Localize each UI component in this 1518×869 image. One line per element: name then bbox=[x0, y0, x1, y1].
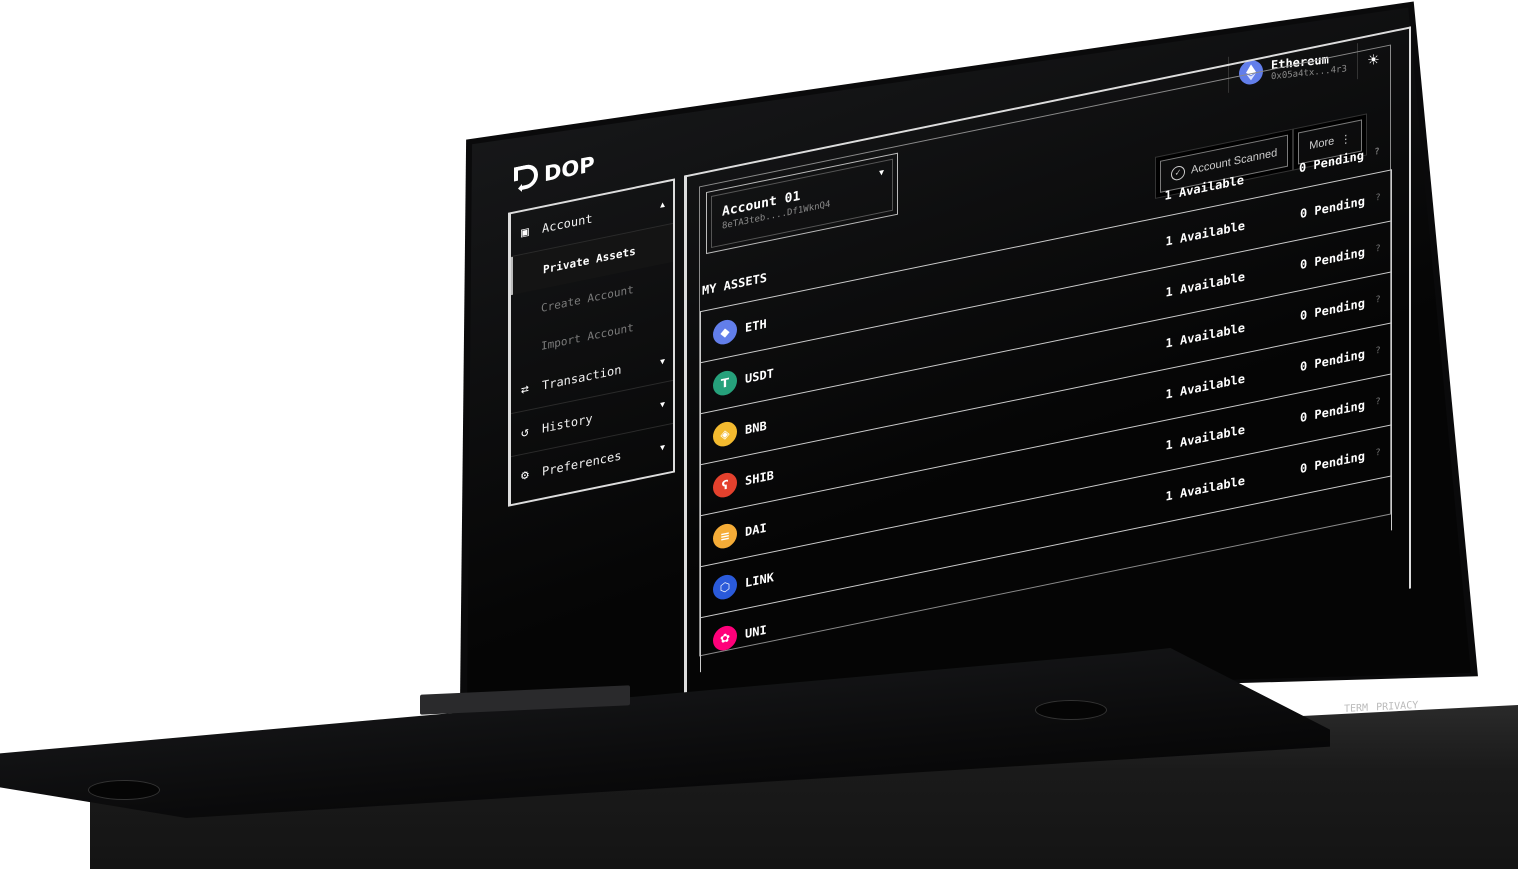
help-icon[interactable]: ? bbox=[1365, 241, 1391, 256]
asset-symbol: LINK bbox=[745, 570, 774, 591]
caret-down-icon: ▼ bbox=[879, 167, 884, 178]
caret-down-icon: ▼ bbox=[660, 398, 665, 409]
uni-coin-icon: ✿ bbox=[713, 623, 737, 653]
asset-pending: 0 Pending bbox=[1299, 397, 1365, 426]
shib-coin-icon: ʕ bbox=[713, 470, 737, 500]
help-icon[interactable]: ? bbox=[1365, 343, 1391, 358]
wallet-icon: ▣ bbox=[521, 223, 529, 241]
asset-pending: 0 Pending bbox=[1299, 448, 1365, 477]
asset-symbol: USDT bbox=[745, 366, 774, 387]
usdt-coin-icon: T bbox=[713, 368, 737, 398]
brand-logo: DOP bbox=[514, 151, 595, 194]
assets-list: ◆ ETH 1 Available 0 Pending ? T USDT 1 Ava… bbox=[700, 169, 1392, 673]
sidebar: ▣ Account ▲ Private Assets Create Accoun… bbox=[508, 178, 675, 507]
laptop-foot bbox=[1035, 700, 1107, 720]
gear-icon: ⚙ bbox=[521, 466, 529, 484]
sidebar-item-label: Account bbox=[542, 211, 593, 236]
caret-up-icon: ▲ bbox=[660, 198, 665, 209]
asset-symbol: DAI bbox=[745, 520, 767, 540]
sidebar-item-label: History bbox=[542, 411, 593, 436]
help-icon[interactable]: ? bbox=[1365, 445, 1391, 460]
bnb-coin-icon: ◈ bbox=[713, 419, 737, 449]
assets-card: Account 01 8eTA3teb....Df1WknQ4 ▼ MY ASS… bbox=[699, 44, 1392, 673]
caret-down-icon: ▼ bbox=[660, 441, 665, 452]
dai-coin-icon: ≡ bbox=[713, 521, 737, 551]
asset-symbol: UNI bbox=[745, 622, 767, 642]
sidebar-item-label: Preferences bbox=[542, 448, 622, 479]
caret-down-icon: ▼ bbox=[660, 355, 665, 366]
laptop-foot bbox=[88, 780, 160, 800]
help-icon[interactable]: ? bbox=[1365, 292, 1391, 307]
history-icon: ↺ bbox=[521, 423, 529, 441]
help-icon[interactable]: ? bbox=[1365, 394, 1391, 409]
asset-pending: 0 Pending bbox=[1299, 244, 1365, 273]
asset-pending: 0 Pending bbox=[1299, 193, 1365, 222]
privacy-link[interactable]: PRIVACY bbox=[1376, 700, 1418, 713]
asset-pending: 0 Pending bbox=[1299, 295, 1365, 324]
help-icon[interactable]: ? bbox=[1364, 145, 1390, 160]
brand-name: DOP bbox=[544, 151, 595, 187]
asset-pending: 0 Pending bbox=[1299, 346, 1365, 375]
asset-symbol: BNB bbox=[745, 418, 767, 438]
eth-coin-icon: ◆ bbox=[713, 317, 737, 347]
asset-symbol: SHIB bbox=[745, 468, 774, 489]
link-coin-icon: ⬡ bbox=[713, 572, 737, 602]
term-link[interactable]: TERM bbox=[1344, 703, 1368, 715]
dop-logo-icon bbox=[514, 164, 538, 192]
sidebar-item-label: Transaction bbox=[542, 362, 622, 393]
help-icon[interactable]: ? bbox=[1365, 190, 1391, 205]
asset-symbol: ETH bbox=[745, 316, 767, 336]
transaction-icon: ⇄ bbox=[521, 380, 529, 398]
